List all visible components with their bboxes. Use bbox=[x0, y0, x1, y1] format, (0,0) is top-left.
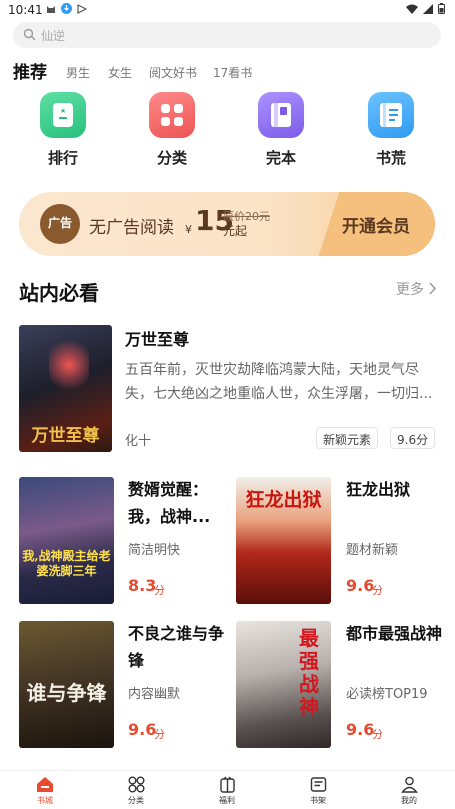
category-ranking-label: 排行 bbox=[47, 149, 78, 167]
nav-bookstore-label: 书城 bbox=[37, 796, 53, 805]
tab-female[interactable]: 女生 bbox=[108, 64, 132, 81]
nav-welfare-label: 福利 bbox=[219, 796, 235, 805]
featured-book-description: 五百年前，灭世灾劫降临鸿蒙大陆，天地灵气尽失，七大绝凶之地重临人世，众生浮屠，一… bbox=[125, 362, 433, 402]
book-subtitle: 简洁明快 bbox=[128, 543, 181, 558]
nav-welfare[interactable]: 福利 bbox=[197, 775, 257, 806]
home-icon bbox=[37, 776, 53, 792]
download-icon bbox=[61, 3, 72, 14]
featured-book-author: 化十 bbox=[125, 434, 152, 449]
tab-male[interactable]: 男生 bbox=[66, 64, 90, 81]
search-placeholder: 仙逆 bbox=[41, 29, 66, 43]
bottom-nav: 书城 分类 福利 书架 我的 bbox=[0, 770, 455, 809]
book-cover-title: 我,战神殿主给老婆洗脚三年 bbox=[22, 549, 111, 578]
book-cover-title: 狂龙出狱 bbox=[245, 489, 322, 511]
tab-recommend[interactable]: 推荐 bbox=[13, 58, 47, 83]
book-score: 9.6 bbox=[346, 720, 375, 739]
category-completed-label: 完本 bbox=[265, 149, 296, 167]
more-link[interactable]: 更多 bbox=[396, 279, 424, 299]
category-genre-label: 分类 bbox=[156, 149, 187, 167]
tab-yuewen[interactable]: 阅文好书 bbox=[149, 64, 197, 81]
trophy-icon bbox=[40, 92, 86, 138]
book-score: 9.6 bbox=[128, 720, 157, 739]
book-score-unit: 分 bbox=[372, 584, 383, 597]
status-time: 10:41 bbox=[8, 3, 43, 17]
nav-profile-label: 我的 bbox=[401, 796, 417, 805]
wifi-icon bbox=[406, 4, 418, 14]
search-icon bbox=[23, 28, 36, 41]
status-bar: 10:41 bbox=[0, 0, 455, 20]
book-score-unit: 分 bbox=[154, 728, 165, 741]
gift-icon bbox=[219, 776, 235, 793]
cat-icon bbox=[47, 5, 55, 13]
book-subtitle: 内容幽默 bbox=[128, 687, 181, 702]
status-system-icons bbox=[406, 3, 445, 14]
status-notification-icons bbox=[46, 3, 87, 14]
nav-profile[interactable]: 我的 bbox=[379, 775, 439, 806]
book-cover[interactable]: 我,战神殿主给老婆洗脚三年 bbox=[19, 477, 114, 604]
nav-bookshelf-label: 书架 bbox=[310, 796, 326, 805]
nav-category-label: 分类 bbox=[128, 796, 144, 805]
category-shortcuts: 排行 分类 完本 书荒 bbox=[0, 92, 455, 172]
book-cover[interactable]: 谁与争锋 bbox=[19, 621, 114, 748]
category-completed[interactable]: 完本 bbox=[241, 92, 321, 168]
book-score-unit: 分 bbox=[372, 728, 383, 741]
featured-book-cover[interactable]: 万世至尊 bbox=[19, 325, 112, 452]
battery-icon bbox=[438, 3, 445, 14]
category-booklist[interactable]: 书荒 bbox=[351, 92, 431, 168]
ad-free-logo-text: 广告 bbox=[47, 216, 72, 230]
search-bar[interactable]: 仙逆 bbox=[13, 22, 441, 48]
ad-free-logo: 广告 bbox=[40, 204, 80, 244]
play-store-icon bbox=[77, 3, 87, 14]
category-ranking[interactable]: 排行 bbox=[23, 92, 103, 168]
book-icon bbox=[258, 92, 304, 138]
book-score: 9.6 bbox=[346, 576, 375, 595]
book-score: 8.3 bbox=[128, 576, 157, 595]
book-subtitle: 题材新颖 bbox=[346, 543, 399, 558]
grid-icon bbox=[149, 92, 195, 138]
nav-bookstore[interactable]: 书城 bbox=[15, 775, 75, 806]
nav-category[interactable]: 分类 bbox=[106, 775, 166, 806]
book-score-unit: 分 bbox=[154, 584, 165, 597]
nav-bookshelf[interactable]: 书架 bbox=[288, 775, 348, 806]
vip-banner[interactable]: 广告 无广告阅读 ¥ 15 原价20元 元起 开通会员 bbox=[19, 192, 435, 256]
book-title[interactable]: 狂龙出狱 bbox=[346, 476, 442, 503]
category-genre[interactable]: 分类 bbox=[132, 92, 212, 168]
featured-tag: 新颖元素 bbox=[316, 427, 379, 449]
category-booklist-label: 书荒 bbox=[375, 149, 406, 167]
featured-book-title[interactable]: 万世至尊 bbox=[125, 326, 189, 350]
section-title: 站内必看 bbox=[19, 281, 99, 305]
profile-icon bbox=[400, 776, 418, 793]
channel-tabs: 推荐 男生 女生 阅文好书 17看书 bbox=[0, 58, 455, 84]
book-title[interactable]: 都市最强战神 bbox=[346, 620, 442, 647]
tab-17kan[interactable]: 17看书 bbox=[213, 64, 252, 81]
book-cover-title: 最强战神 bbox=[299, 626, 319, 719]
category-icon bbox=[128, 776, 144, 792]
signal-icon bbox=[423, 3, 433, 14]
featured-cover-title: 万世至尊 bbox=[31, 426, 100, 446]
vip-text: 无广告阅读 bbox=[89, 218, 174, 238]
notebook-icon bbox=[368, 92, 414, 138]
featured-score-tag: 9.6分 bbox=[390, 427, 436, 449]
bookshelf-icon bbox=[310, 776, 326, 792]
book-cover-title: 谁与争锋 bbox=[26, 681, 107, 705]
vip-price-suffix: 元起 bbox=[223, 224, 248, 238]
open-vip-button[interactable]: 开通会员 bbox=[342, 212, 410, 237]
book-title[interactable]: 赘婿觉醒：我，战神... bbox=[128, 476, 228, 530]
chevron-right-icon[interactable] bbox=[428, 282, 437, 295]
book-title[interactable]: 不良之谁与争锋 bbox=[128, 620, 228, 674]
book-subtitle: 必读榜TOP19 bbox=[346, 687, 428, 702]
book-cover[interactable]: 最强战神 bbox=[236, 621, 331, 748]
cover-art bbox=[49, 335, 89, 395]
vip-currency: ¥ bbox=[185, 223, 192, 236]
book-cover[interactable]: 狂龙出狱 bbox=[236, 477, 331, 604]
